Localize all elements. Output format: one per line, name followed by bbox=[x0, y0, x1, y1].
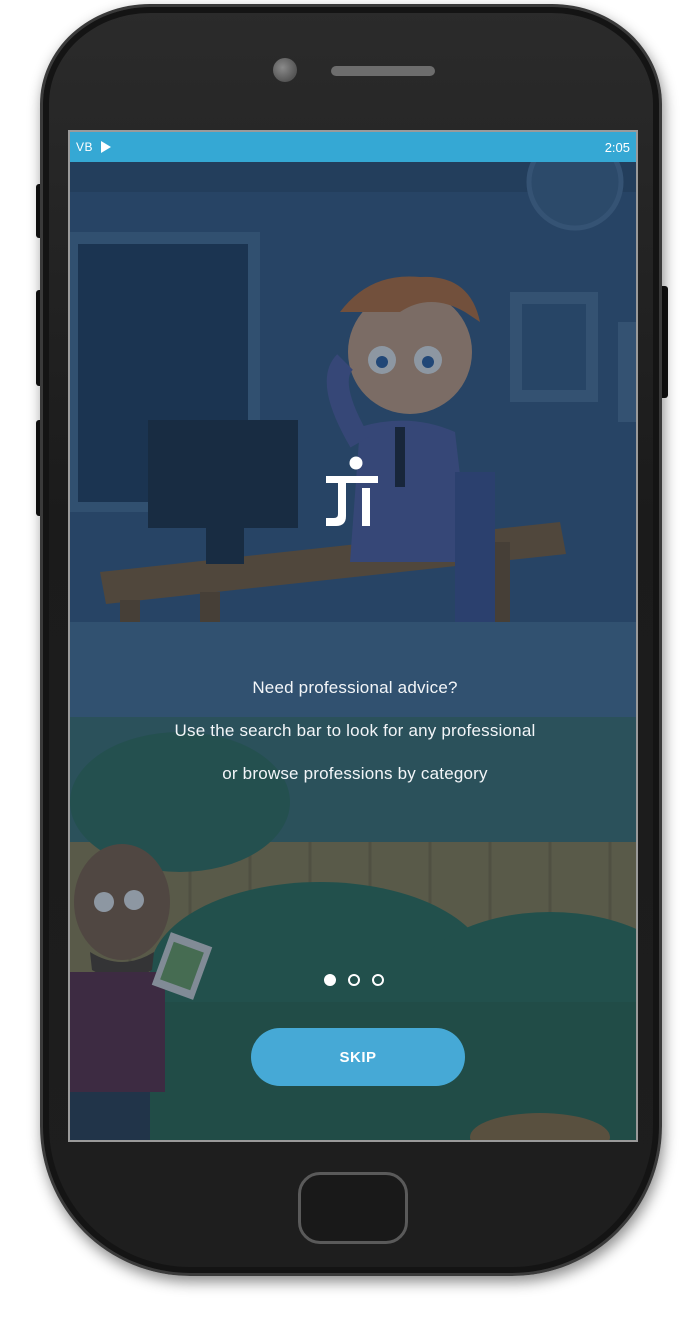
pagination-dot-2[interactable] bbox=[348, 974, 360, 986]
jt-logo-icon bbox=[326, 456, 378, 526]
status-time: 2:05 bbox=[604, 139, 630, 155]
pagination-dots bbox=[324, 972, 394, 988]
device-mockup: VB 2:05 Need professional advice? Use th… bbox=[0, 0, 692, 1325]
status-bar: VB 2:05 bbox=[70, 132, 636, 162]
status-bar-left: VB bbox=[76, 140, 112, 154]
status-app-label: VB bbox=[76, 140, 94, 154]
onboarding-description-line-2: or browse professions by category bbox=[222, 764, 488, 783]
earpiece-speaker bbox=[331, 66, 435, 76]
front-camera bbox=[273, 58, 297, 82]
onboarding-content: Need professional advice? Use the search… bbox=[70, 132, 636, 1140]
play-icon bbox=[101, 141, 112, 153]
onboarding-headline: Need professional advice? bbox=[252, 678, 458, 697]
pagination-dot-3[interactable] bbox=[372, 974, 384, 986]
onboarding-description-line-1: Use the search bar to look for any profe… bbox=[174, 721, 536, 740]
skip-button[interactable]: SKIP bbox=[251, 1028, 465, 1086]
app-screen: VB 2:05 Need professional advice? Use th… bbox=[68, 130, 638, 1142]
home-button[interactable] bbox=[298, 1172, 408, 1244]
pagination-dot-1[interactable] bbox=[324, 974, 336, 986]
